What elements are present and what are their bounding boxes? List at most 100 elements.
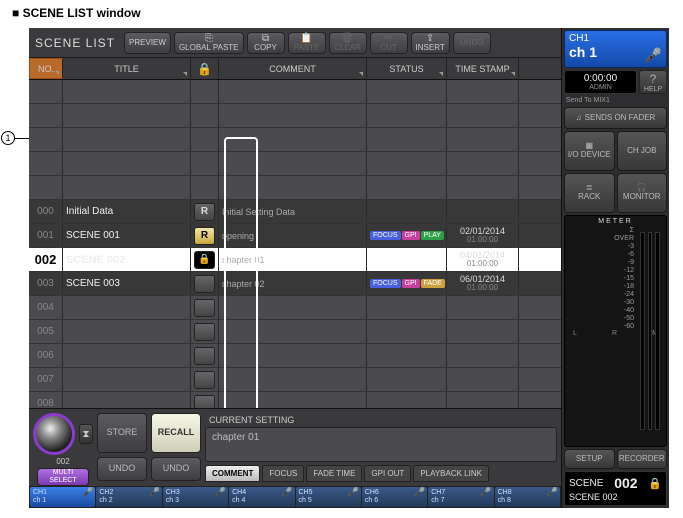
rack-button[interactable]: ≣RACK bbox=[564, 173, 615, 213]
tab-comment[interactable]: COMMENT bbox=[205, 465, 260, 482]
mic-icon: 🎤 bbox=[547, 488, 558, 498]
channel-ch5[interactable]: CH5ch 5🎤 bbox=[296, 487, 361, 507]
table-row[interactable]: 005 bbox=[29, 320, 561, 344]
table-row[interactable]: 000Initial DataRInitial Setting Data bbox=[29, 200, 561, 224]
channel-ch3[interactable]: CH3ch 3🎤 bbox=[163, 487, 228, 507]
meter-title: METER bbox=[569, 218, 662, 225]
lock-icon: 🔒 bbox=[648, 477, 662, 490]
help-icon: ? bbox=[650, 72, 657, 86]
table-row[interactable]: 007 bbox=[29, 368, 561, 392]
mic-icon: 🎤 bbox=[149, 488, 160, 498]
meter-bar-r bbox=[648, 232, 653, 430]
col-title[interactable]: TITLE bbox=[63, 58, 191, 79]
bottom-tabs: COMMENTFOCUSFADE TIMEGPI OUTPLAYBACK LIN… bbox=[205, 465, 557, 482]
mic-icon: 🎤 bbox=[281, 488, 292, 498]
table-row[interactable]: 006 bbox=[29, 344, 561, 368]
tab-playback-link[interactable]: PLAYBACK LINK bbox=[413, 465, 489, 482]
mic-icon: 🎤 bbox=[82, 488, 93, 498]
cut-button[interactable]: ✂CUT bbox=[370, 32, 408, 54]
mic-icon: 🎤 bbox=[348, 488, 359, 498]
scene-knob[interactable] bbox=[33, 413, 75, 455]
table-row[interactable]: 004 bbox=[29, 296, 561, 320]
store-undo-button[interactable]: UNDO bbox=[97, 457, 147, 481]
page-heading: ■ SCENE LIST window bbox=[0, 0, 683, 24]
empty-button[interactable] bbox=[194, 395, 215, 409]
hourglass-button[interactable]: ⧗ bbox=[79, 424, 93, 444]
channel-strip: CH1ch 1🎤CH2ch 2🎤CH3ch 3🎤CH4ch 4🎤CH5ch 5🎤… bbox=[29, 486, 561, 508]
window-title: SCENE LIST bbox=[33, 36, 121, 50]
knob-number: 002 bbox=[56, 457, 69, 466]
col-no[interactable]: NO. bbox=[29, 58, 63, 79]
readonly-button[interactable]: R bbox=[194, 203, 215, 221]
undo-button[interactable]: UNDO bbox=[453, 32, 491, 54]
channel-ch6[interactable]: CH6ch 6🎤 bbox=[362, 487, 427, 507]
scene-number: 002 bbox=[614, 475, 637, 491]
empty-button[interactable] bbox=[194, 275, 215, 293]
table-row[interactable] bbox=[29, 80, 561, 104]
channel-display[interactable]: CH1 ch 1 🎤 bbox=[564, 30, 667, 68]
table-row[interactable]: 001SCENE 001RopeningFOCUSGPIPLAY02/01/20… bbox=[29, 224, 561, 248]
table-header: NO. TITLE 🔒 COMMENT STATUS TIME STAMP bbox=[29, 58, 561, 80]
time-value: 0:00:00 bbox=[568, 73, 633, 84]
table-row[interactable] bbox=[29, 152, 561, 176]
ch-job-button[interactable]: CH JOB bbox=[617, 131, 668, 171]
table-row[interactable]: 003SCENE 003chapter 02FOCUSGPIFADEPLAY06… bbox=[29, 272, 561, 296]
help-button[interactable]: ? HELP bbox=[639, 70, 667, 94]
paste-icon: 📋 bbox=[300, 34, 312, 44]
multi-select-button[interactable]: MULTI SELECT bbox=[37, 468, 89, 486]
channel-ch8[interactable]: CH8ch 8🎤 bbox=[495, 487, 560, 507]
toolbar: SCENE LIST PREVIEW ⎘GLOBAL PASTE ⧉COPY 📋… bbox=[29, 28, 561, 58]
monitor-button[interactable]: 🎧MONITOR bbox=[617, 173, 668, 213]
readonly-button[interactable]: R bbox=[194, 227, 215, 245]
scene-list-screen: SCENE LIST PREVIEW ⎘GLOBAL PASTE ⧉COPY 📋… bbox=[29, 28, 669, 508]
col-lock[interactable]: 🔒 bbox=[191, 58, 219, 79]
meter-bars bbox=[640, 232, 660, 430]
table-row[interactable] bbox=[29, 128, 561, 152]
table-row[interactable] bbox=[29, 104, 561, 128]
col-comment[interactable]: COMMENT bbox=[219, 58, 367, 79]
copy-button[interactable]: ⧉COPY bbox=[247, 32, 285, 54]
time-display[interactable]: 0:00:00 ADMIN bbox=[564, 70, 637, 94]
empty-button[interactable] bbox=[194, 371, 215, 389]
empty-button[interactable] bbox=[194, 323, 215, 341]
trash-icon: 🗑 bbox=[341, 34, 354, 44]
io-device-button[interactable]: ▦I/O DEVICE bbox=[564, 131, 615, 171]
setup-button[interactable]: SETUP bbox=[564, 449, 615, 469]
empty-button[interactable] bbox=[194, 299, 215, 317]
col-time[interactable]: TIME STAMP bbox=[447, 58, 519, 79]
paste-button[interactable]: 📋PASTE bbox=[288, 32, 326, 54]
callout-number: 1 bbox=[1, 131, 15, 145]
channel-display-id: CH1 bbox=[569, 33, 662, 44]
empty-button[interactable] bbox=[194, 347, 215, 365]
time-sub: ADMIN bbox=[568, 84, 633, 91]
channel-ch1[interactable]: CH1ch 1🎤 bbox=[30, 487, 95, 507]
insert-button[interactable]: ⇪INSERT bbox=[411, 32, 450, 54]
recall-undo-button[interactable]: UNDO bbox=[151, 457, 201, 481]
globe-icon: ⎘ bbox=[205, 34, 213, 44]
tab-gpi-out[interactable]: GPI OUT bbox=[364, 465, 411, 482]
channel-ch7[interactable]: CH7ch 7🎤 bbox=[428, 487, 493, 507]
table-row[interactable]: 008 bbox=[29, 392, 561, 408]
preview-button[interactable]: PREVIEW bbox=[124, 32, 171, 54]
mic-icon: 🎤 bbox=[414, 488, 425, 498]
sends-on-fader-button[interactable]: ♫SENDS ON FADER bbox=[564, 107, 667, 129]
table-row[interactable]: 002SCENE 002🔒chapter 0104/01/201401:00:0… bbox=[29, 248, 561, 272]
global-paste-button[interactable]: ⎘GLOBAL PASTE bbox=[174, 32, 244, 54]
tab-focus[interactable]: FOCUS bbox=[262, 465, 304, 482]
main-area: SCENE LIST PREVIEW ⎘GLOBAL PASTE ⧉COPY 📋… bbox=[29, 28, 561, 508]
copy-icon: ⧉ bbox=[262, 34, 269, 44]
bottom-panel: ⧗ 002 MULTI SELECT STORE UNDO RECALL UND… bbox=[29, 408, 561, 486]
channel-ch2[interactable]: CH2ch 2🎤 bbox=[96, 487, 161, 507]
col-status[interactable]: STATUS bbox=[367, 58, 447, 79]
mic-icon: 🎤 bbox=[480, 488, 491, 498]
recorder-button[interactable]: RECORDER bbox=[617, 449, 668, 469]
scene-display[interactable]: SCENE 002 🔒 SCENE 002 bbox=[564, 471, 667, 506]
tab-fade-time[interactable]: FADE TIME bbox=[306, 465, 362, 482]
recall-button[interactable]: RECALL bbox=[151, 413, 201, 453]
store-button[interactable]: STORE bbox=[97, 413, 147, 453]
channel-ch4[interactable]: CH4ch 4🎤 bbox=[229, 487, 294, 507]
lock-button[interactable]: 🔒 bbox=[194, 251, 215, 269]
table-row[interactable] bbox=[29, 176, 561, 200]
clear-button[interactable]: 🗑CLEAR bbox=[329, 32, 367, 54]
current-setting-box[interactable]: chapter 01 bbox=[205, 427, 557, 462]
